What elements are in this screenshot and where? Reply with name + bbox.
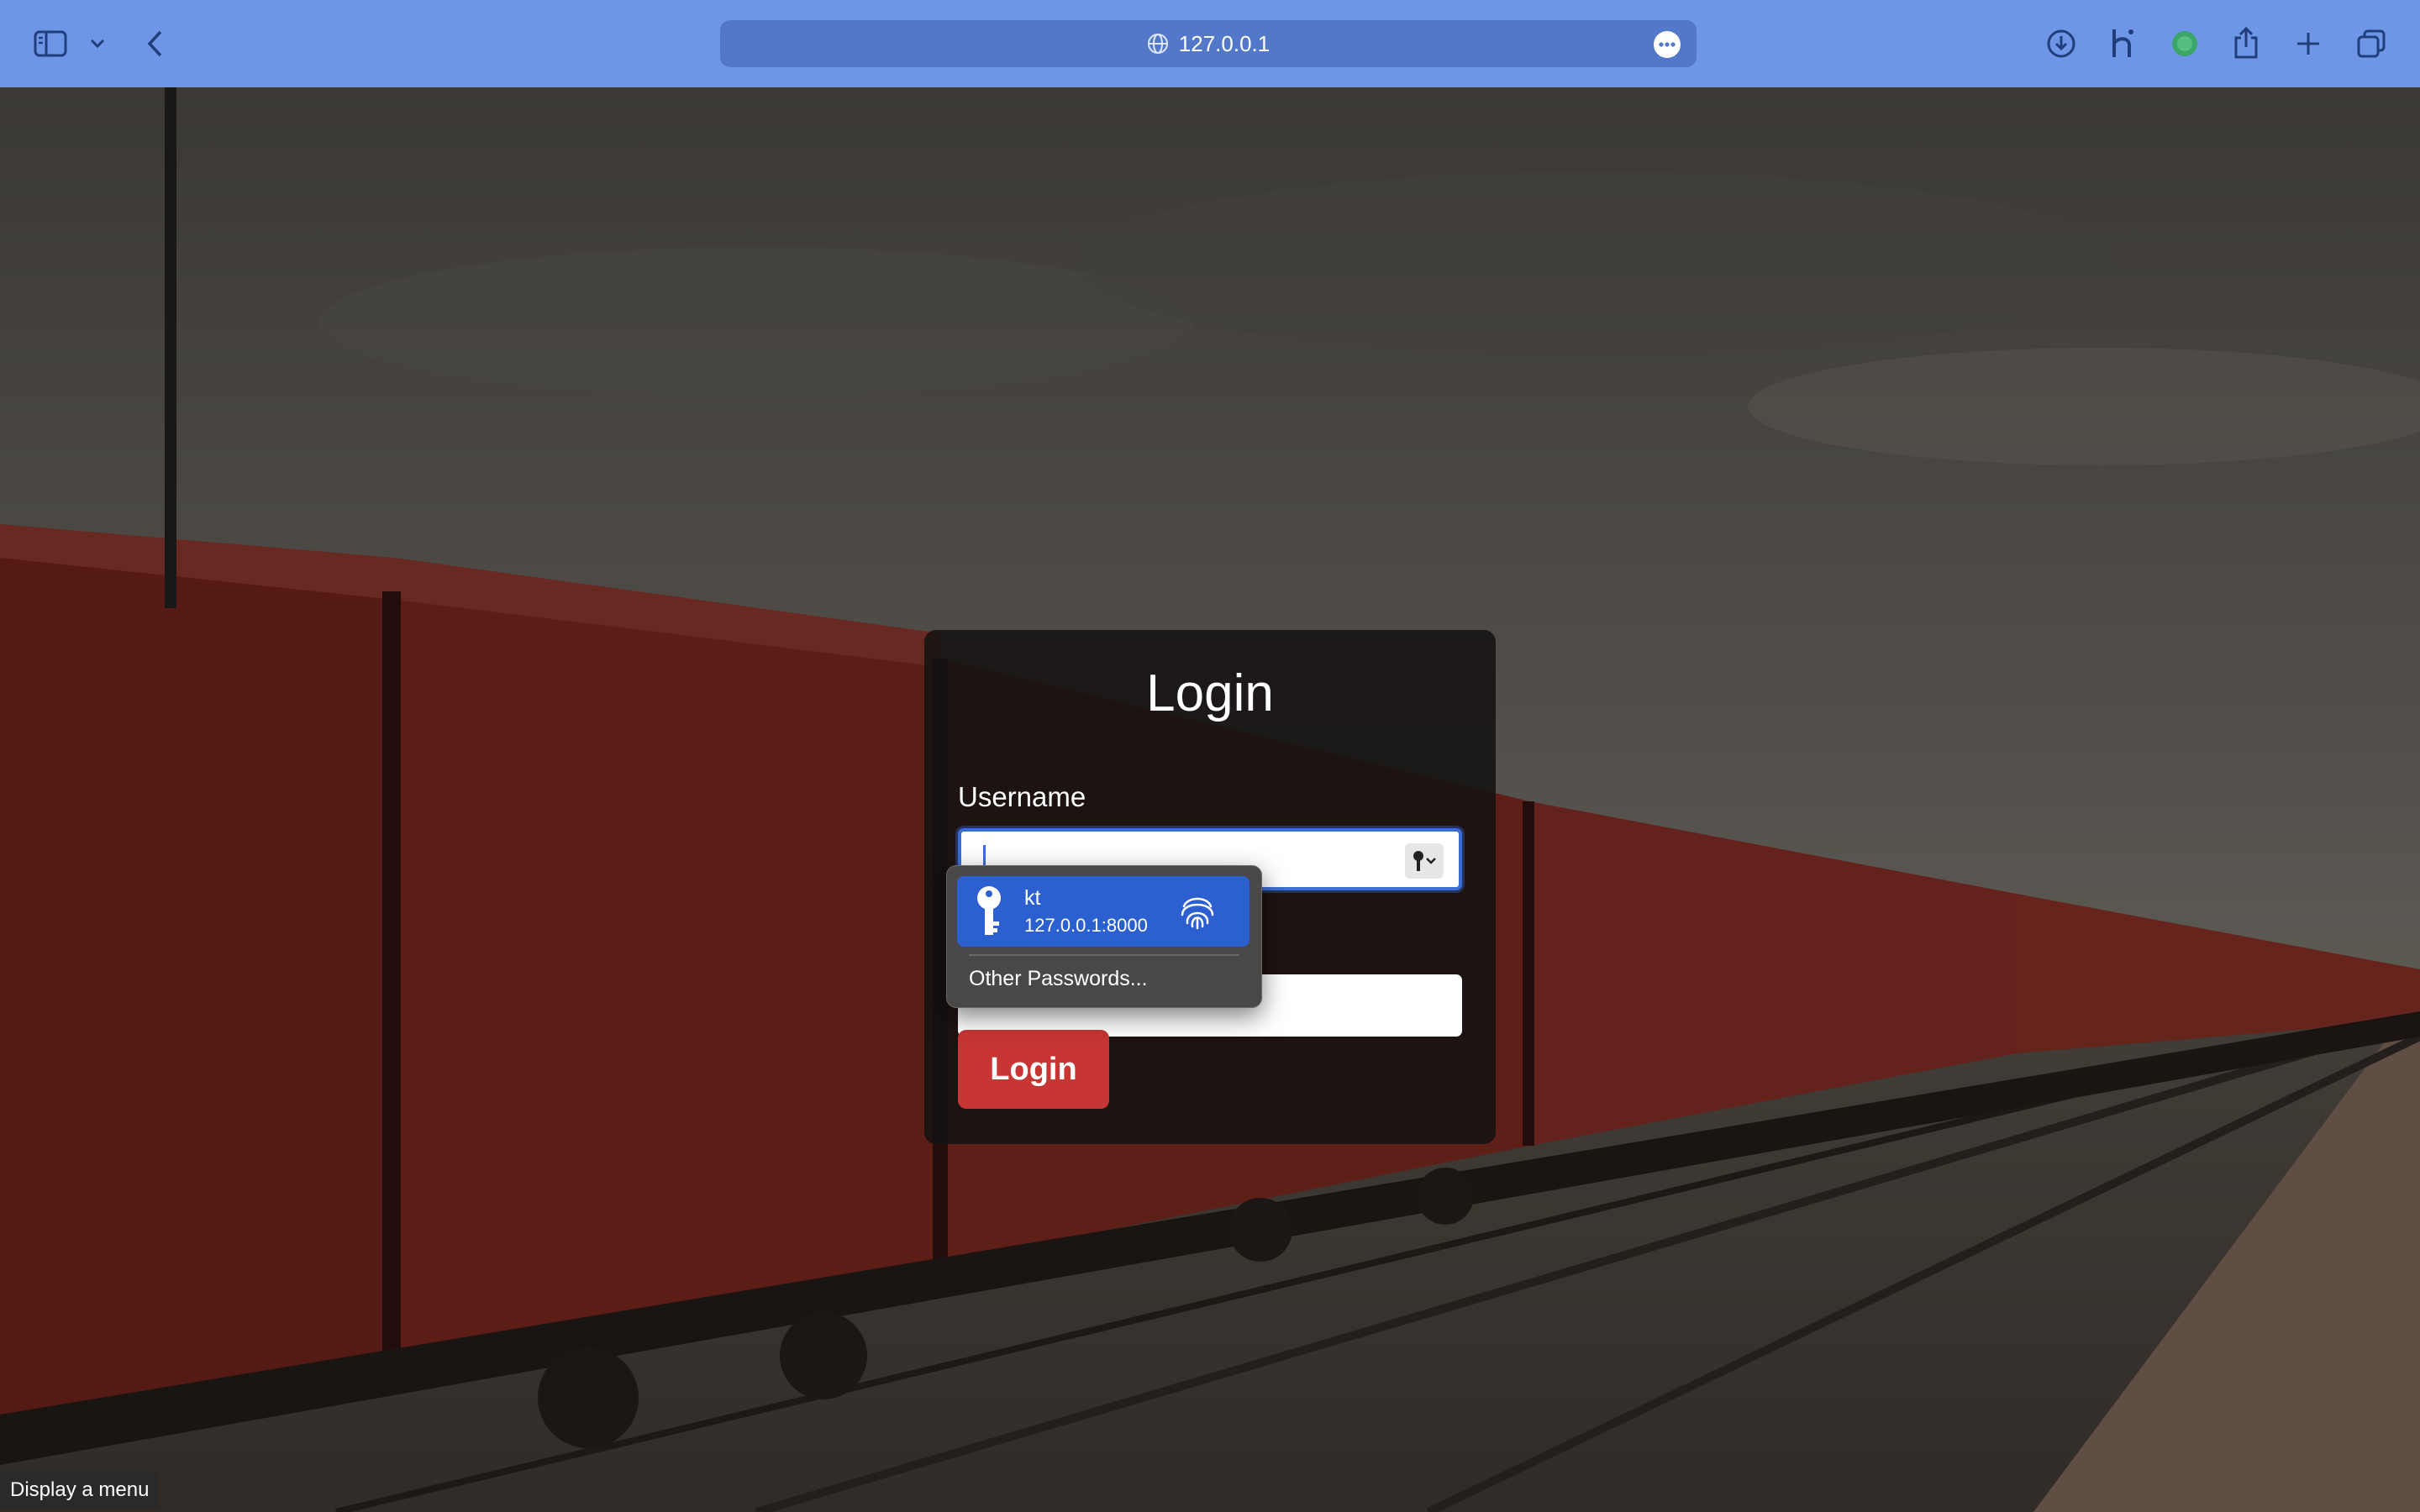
new-tab-button[interactable] [2291,25,2326,62]
other-passwords-item[interactable]: Other Passwords... [969,967,1148,991]
download-icon [2047,29,2075,58]
sidebar-toggle-button[interactable] [30,25,71,62]
fingerprint-icon [1181,897,1214,930]
key-icon [977,886,1001,935]
username-label: Username [958,781,1086,812]
browser-toolbar: 127.0.0.1 [0,0,2420,87]
chevron-down-icon [90,39,105,49]
credential-username: kt [1024,886,1041,910]
tabs-icon [2357,29,2386,58]
extension-button[interactable] [2166,25,2203,62]
share-icon [2234,26,2258,59]
chevron-left-icon [147,30,162,57]
sidebar-icon [34,30,67,57]
autofill-popup: kt 127.0.0.1:8000 Other Passwords... [946,865,1262,1008]
back-button[interactable] [138,25,171,62]
status-bar: Display a menu [0,1472,160,1509]
tab-overview-button[interactable] [2353,25,2390,62]
page-options-button[interactable] [1653,30,1681,59]
credential-host: 127.0.0.1:8000 [1024,915,1148,936]
plus-icon [2297,33,2319,55]
more-icon [1654,31,1681,58]
globe-icon [1147,34,1168,54]
login-title: Login [1146,664,1274,722]
address-bar[interactable]: 127.0.0.1 [720,20,1697,67]
url-text: 127.0.0.1 [1178,30,1270,56]
page-viewport: Login Username Login kt 127.0.0.1:8000 O… [0,87,2420,1512]
downloads-button[interactable] [2044,25,2079,62]
saved-credential-item[interactable]: kt 127.0.0.1:8000 [957,876,1249,947]
popup-divider [969,954,1239,956]
hypothesis-extension-button[interactable] [2104,24,2139,64]
hypothesis-icon [2112,29,2133,57]
autofill-key-button[interactable] [1405,843,1444,879]
share-button[interactable] [2228,22,2264,64]
sidebar-menu-button[interactable] [84,29,111,59]
login-button[interactable]: Login [958,1030,1109,1109]
extension-icon [2172,31,2197,56]
key-icon [1413,851,1436,871]
